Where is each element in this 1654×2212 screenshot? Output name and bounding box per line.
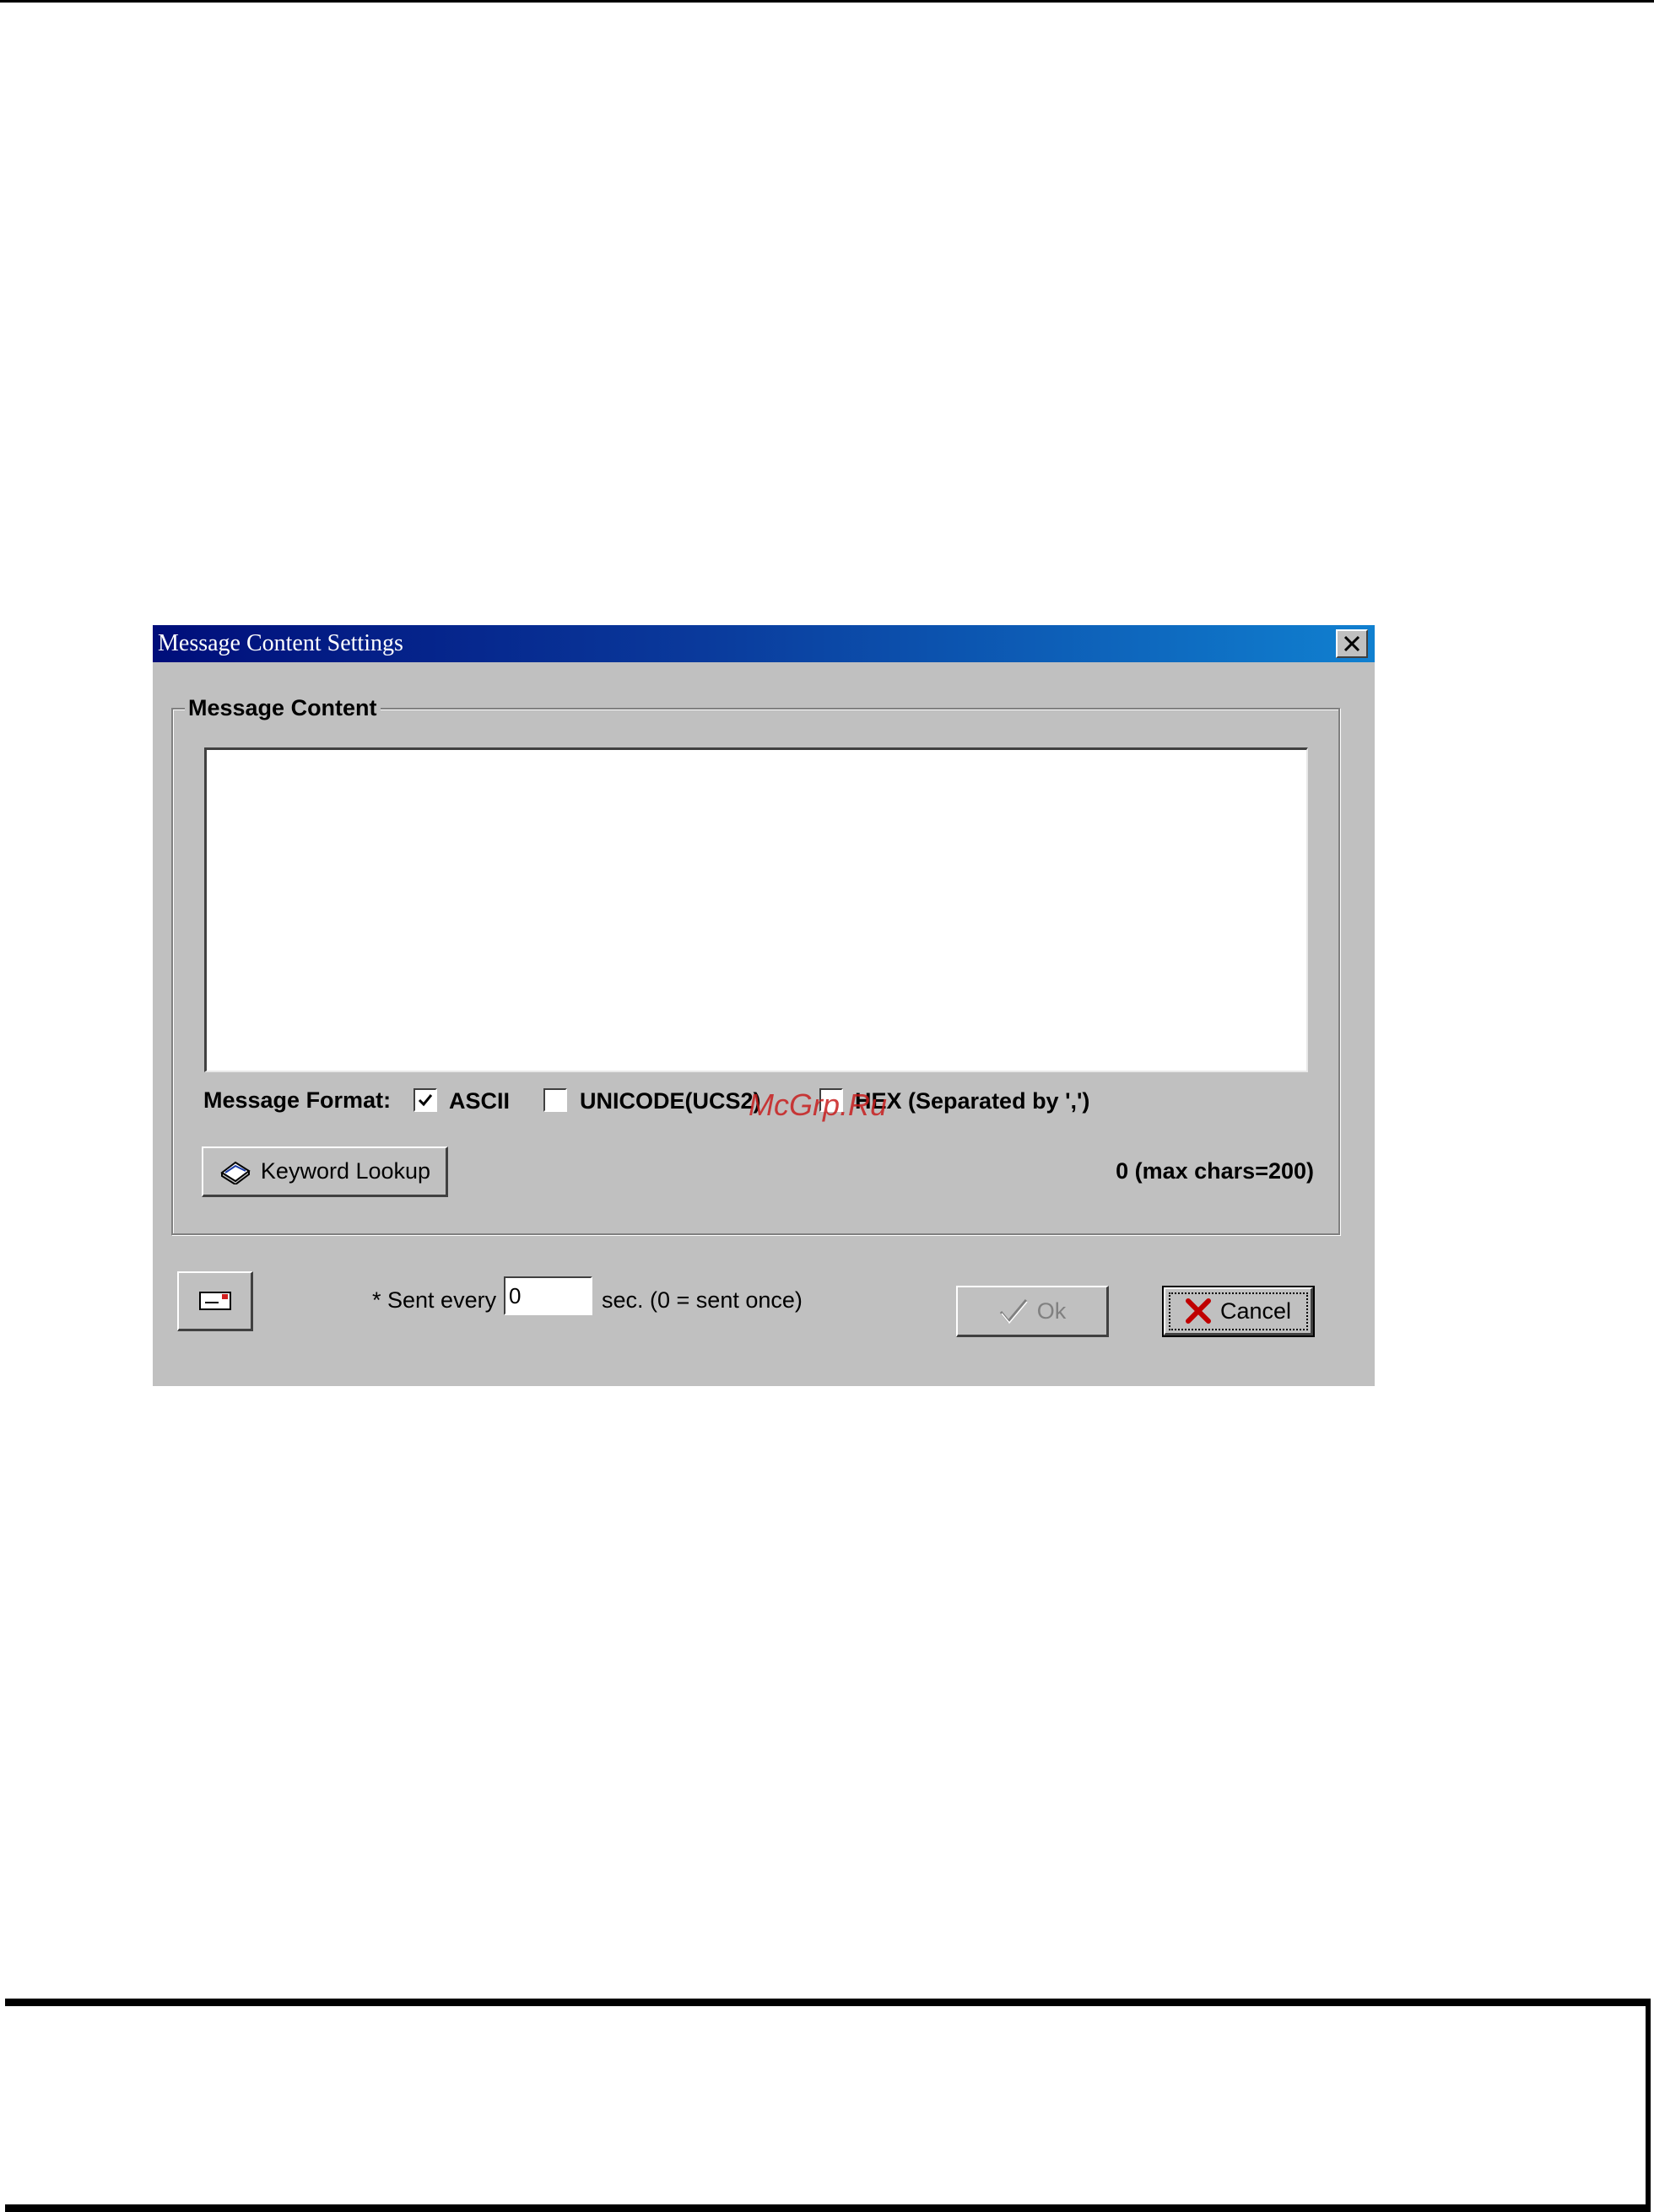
- dialog-title: Message Content Settings: [158, 630, 403, 656]
- message-format-label: Message Format:: [203, 1087, 392, 1113]
- unicode-label: UNICODE(UCS2): [580, 1088, 761, 1114]
- message-preview-button[interactable]: [177, 1271, 253, 1331]
- interval-suffix: sec. (0 = sent once): [602, 1287, 803, 1313]
- ok-label: Ok: [1036, 1298, 1067, 1324]
- message-content-settings-dialog: Message Content Settings Message Content…: [153, 625, 1375, 1386]
- interval-input[interactable]: [504, 1276, 592, 1315]
- cancel-label: Cancel: [1219, 1298, 1292, 1324]
- ascii-checkbox[interactable]: [414, 1088, 437, 1112]
- close-x-icon: [1343, 636, 1360, 651]
- checkmark-icon: [999, 1299, 1028, 1325]
- close-button[interactable]: [1336, 629, 1368, 658]
- cancel-x-icon: [1185, 1298, 1211, 1324]
- char-count: 0 (max chars=200): [1116, 1158, 1314, 1184]
- hex-label: HEX (Separated by ','): [855, 1088, 1090, 1114]
- cancel-button[interactable]: Cancel: [1164, 1287, 1313, 1335]
- watermark: McGrp.Ru: [749, 1087, 888, 1122]
- ascii-label: ASCII: [449, 1088, 511, 1114]
- envelope-icon: [198, 1292, 231, 1310]
- keyword-lookup-label: Keyword Lookup: [260, 1158, 431, 1184]
- page-bottom-frame: [5, 1999, 1651, 2212]
- dialog-titlebar[interactable]: Message Content Settings: [153, 625, 1375, 662]
- sent-every-label: * Sent every: [372, 1287, 497, 1313]
- message-content-group-label: Message Content: [185, 694, 381, 721]
- keyword-lookup-button[interactable]: Keyword Lookup: [202, 1146, 448, 1197]
- checkmark-icon: [418, 1094, 433, 1107]
- ok-button[interactable]: Ok: [956, 1286, 1109, 1337]
- book-icon: [220, 1161, 251, 1184]
- unicode-checkbox[interactable]: [543, 1088, 567, 1112]
- message-content-textarea[interactable]: [204, 747, 1308, 1072]
- page-top-rule: [0, 0, 1654, 3]
